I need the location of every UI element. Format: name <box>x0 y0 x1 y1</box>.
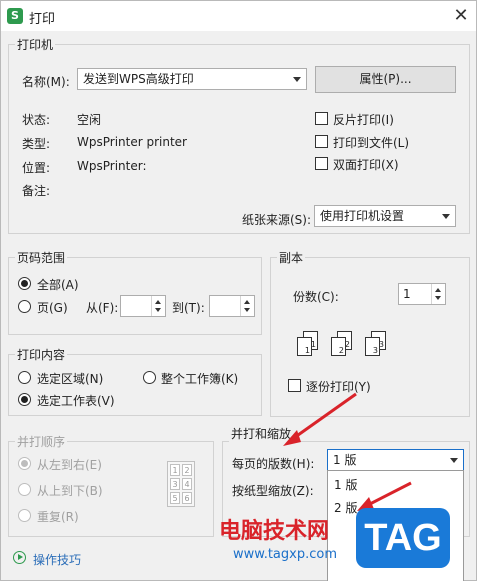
tag-logo: TAG <box>356 508 450 568</box>
site-name-watermark: 电脑技术网 <box>219 519 330 544</box>
red-arrow-line <box>365 481 412 508</box>
annotation-arrows <box>283 392 412 511</box>
red-arrow-line <box>290 392 357 442</box>
print-dialog: S 打印 ✕ 打印机 名称(M): 发送到WPS高级打印 属性(P)... 状态… <box>0 0 477 581</box>
red-arrow-head <box>283 430 301 446</box>
site-url-watermark: www.tagxp.com <box>233 547 337 562</box>
